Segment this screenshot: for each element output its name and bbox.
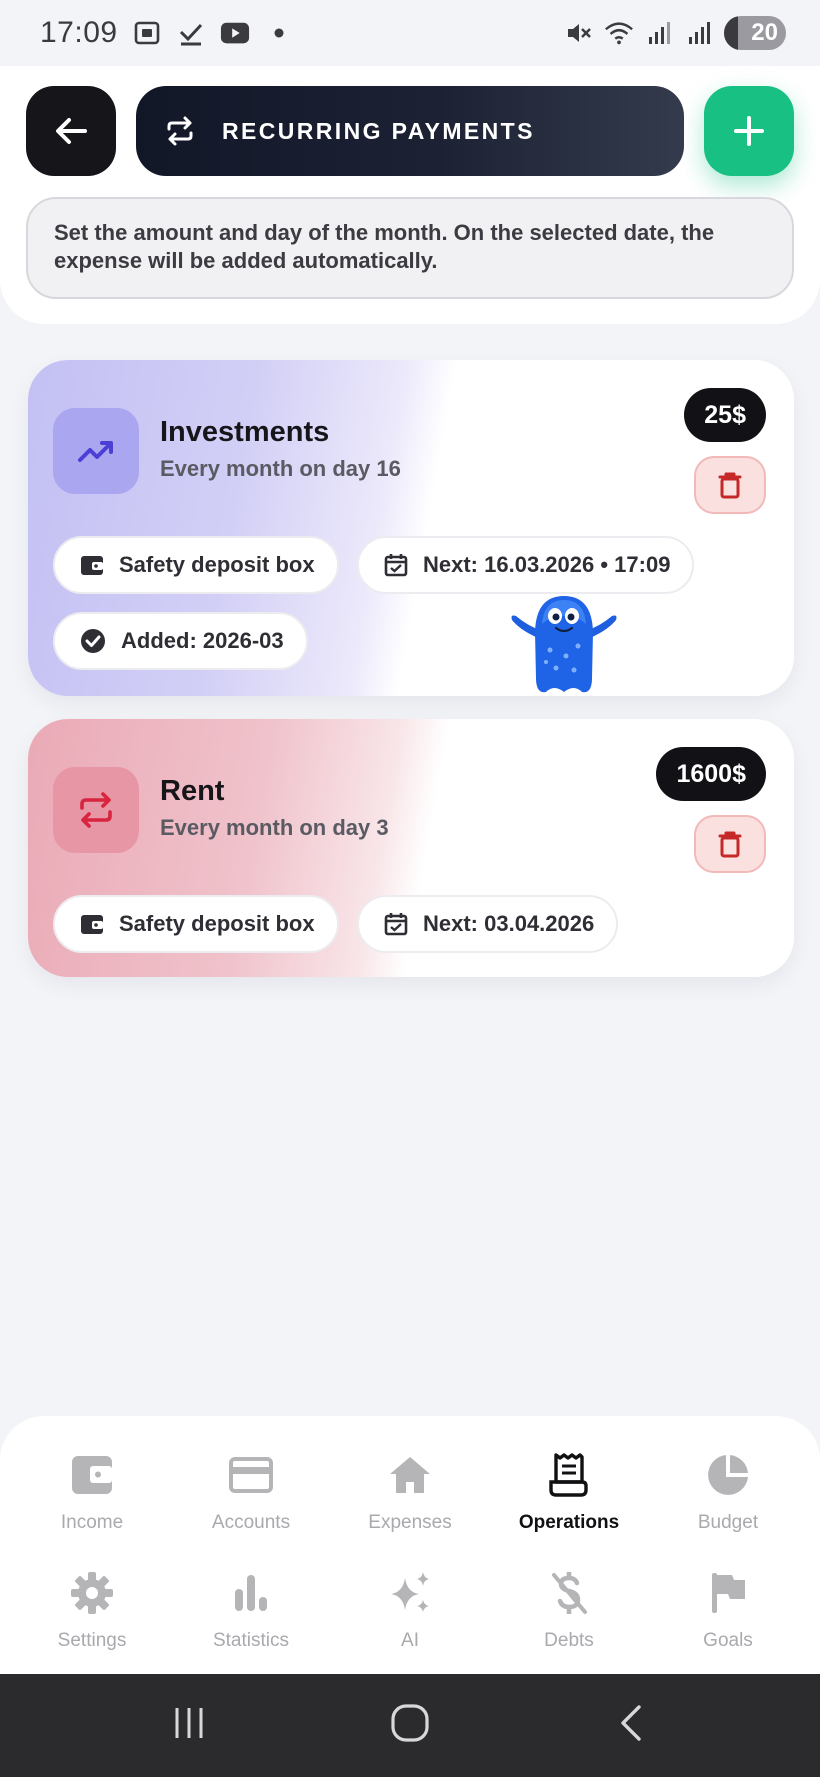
check-circle-icon (81, 629, 105, 653)
nav-label: Income (60, 1512, 124, 1533)
page-title: RECURRING PAYMENTS (222, 117, 535, 144)
credit-card-icon (228, 1450, 274, 1500)
nav-label: Expenses (368, 1512, 452, 1533)
nav-label: Statistics (212, 1630, 290, 1651)
home-icon (388, 1450, 432, 1500)
account-name: Safety deposit box (119, 911, 315, 936)
header-panel: RECURRING PAYMENTS Set the amount and da… (0, 66, 820, 324)
money-off-icon (549, 1568, 589, 1618)
status-left: 17:09 (40, 16, 294, 50)
bottom-nav: Income Accounts Expenses Operations Budg… (0, 1416, 820, 1674)
arrow-left-icon (56, 118, 87, 144)
amount-badge: 1600$ (656, 747, 766, 801)
payment-title: Rent (160, 775, 225, 807)
next-date-chip: Next: 03.04.2026 (357, 895, 619, 953)
nav-ai[interactable]: AI (335, 1568, 485, 1652)
signal-2-icon (684, 18, 714, 48)
nav-label: Settings (57, 1630, 127, 1651)
trash-icon (718, 472, 742, 499)
wallet-icon (70, 1450, 114, 1500)
next-date-chip: Next: 16.03.2026 • 17:09 (357, 536, 695, 594)
recent-apps-icon (175, 1708, 203, 1738)
add-payment-button[interactable] (704, 86, 794, 176)
sparkles-icon (387, 1568, 433, 1618)
nav-label: Goals (703, 1630, 753, 1651)
calendar-check-icon (384, 554, 408, 577)
chevron-left-icon (620, 1705, 641, 1741)
flag-icon (708, 1568, 748, 1618)
trending-up-icon (78, 441, 113, 462)
next-date: Next: 16.03.2026 • 17:09 (423, 552, 671, 577)
status-time: 17:09 (40, 16, 118, 49)
home-button[interactable] (390, 1703, 430, 1748)
amount-badge: 25$ (684, 388, 766, 442)
plus-icon (734, 116, 764, 146)
nav-debts[interactable]: Debts (494, 1568, 644, 1652)
page-title-pill: RECURRING PAYMENTS (136, 86, 684, 176)
system-nav-bar (0, 1674, 820, 1777)
calendar-check-icon (384, 913, 408, 936)
category-icon (53, 767, 139, 853)
delete-button[interactable] (694, 456, 766, 514)
nav-settings[interactable]: Settings (17, 1568, 167, 1652)
home-circle-icon (391, 1704, 429, 1742)
nav-income[interactable]: Income (17, 1450, 167, 1534)
gear-icon (70, 1568, 114, 1618)
receipt-icon (548, 1450, 590, 1500)
bar-chart-icon (231, 1568, 271, 1618)
back-button[interactable] (26, 86, 116, 176)
delete-button[interactable] (694, 815, 766, 873)
status-bar: 17:09 20 (0, 0, 820, 66)
nav-accounts[interactable]: Accounts (176, 1450, 326, 1534)
repeat-icon (167, 116, 193, 146)
payment-card-rent[interactable]: Rent Every month on day 3 1600$ Safety d… (28, 719, 794, 977)
nav-statistics[interactable]: Statistics (176, 1568, 326, 1652)
screenshot-icon (132, 18, 162, 48)
wifi-icon (604, 18, 634, 48)
next-date: Next: 03.04.2026 (423, 911, 595, 936)
signal-icon (644, 18, 674, 48)
nav-operations[interactable]: Operations (494, 1450, 644, 1534)
youtube-icon (220, 18, 250, 48)
recent-apps-button[interactable] (171, 1705, 207, 1746)
nav-budget[interactable]: Budget (653, 1450, 803, 1534)
status-right: 20 (564, 16, 786, 50)
battery-indicator: 20 (724, 16, 786, 50)
mascot-icon (511, 596, 617, 693)
payment-card-investments[interactable]: Investments Every month on day 16 25$ Sa… (28, 360, 794, 696)
battery-level: 20 (751, 19, 778, 46)
nav-label: AI (401, 1630, 419, 1651)
mute-icon (564, 18, 594, 48)
nav-label: Budget (697, 1512, 759, 1533)
check-icon (176, 18, 206, 48)
added-date: Added: 2026-03 (121, 628, 284, 653)
notification-dot-icon (264, 18, 294, 48)
added-chip: Added: 2026-03 (53, 612, 308, 670)
pie-chart-icon (706, 1450, 750, 1500)
account-chip: Safety deposit box (53, 895, 339, 953)
nav-expenses[interactable]: Expenses (335, 1450, 485, 1534)
wallet-icon (81, 915, 103, 934)
nav-label: Operations (518, 1512, 620, 1533)
info-banner: Set the amount and day of the month. On … (26, 197, 794, 299)
nav-goals[interactable]: Goals (653, 1568, 803, 1652)
nav-label: Debts (544, 1630, 594, 1651)
wallet-icon (81, 556, 103, 575)
account-chip: Safety deposit box (53, 536, 339, 594)
payment-schedule: Every month on day 16 (160, 456, 401, 481)
account-name: Safety deposit box (119, 552, 315, 577)
payment-title: Investments (160, 416, 330, 448)
category-icon (53, 408, 139, 494)
payment-schedule: Every month on day 3 (160, 815, 389, 840)
nav-label: Accounts (211, 1512, 291, 1533)
trash-icon (718, 831, 742, 858)
repeat-icon (80, 792, 112, 828)
system-back-button[interactable] (613, 1703, 649, 1748)
